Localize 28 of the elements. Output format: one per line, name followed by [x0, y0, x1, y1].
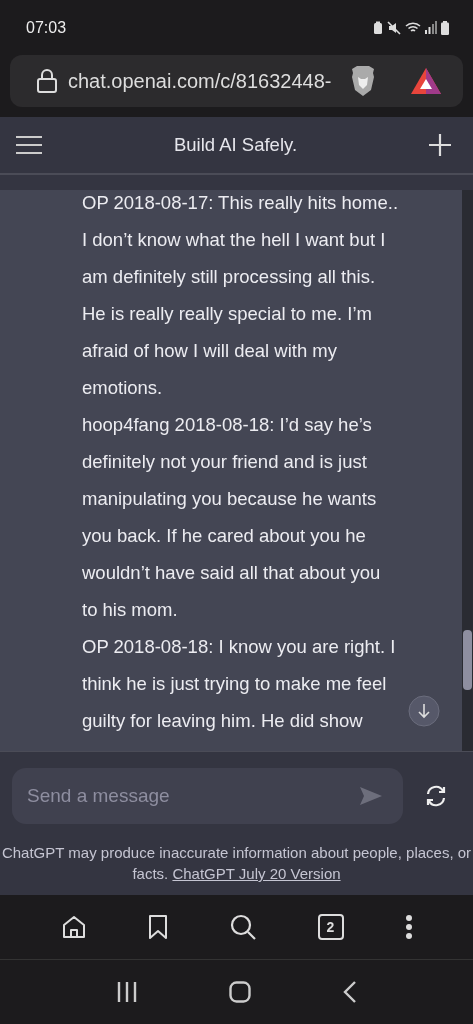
scrollbar[interactable] — [462, 190, 473, 751]
plus-icon[interactable] — [429, 134, 451, 156]
regenerate-icon[interactable] — [424, 785, 448, 807]
address-bar[interactable]: chat.openai.com/c/81632448- — [10, 55, 463, 107]
lock-icon — [36, 68, 58, 94]
url-text: chat.openai.com/c/81632448- — [68, 69, 332, 93]
bookmark-icon[interactable] — [147, 914, 168, 940]
back-icon[interactable] — [343, 981, 358, 1003]
tab-count-button[interactable]: 2 — [317, 914, 344, 940]
recent-apps-icon[interactable] — [115, 981, 138, 1003]
search-icon[interactable] — [228, 913, 257, 941]
mute-icon — [387, 20, 401, 35]
home-icon[interactable] — [60, 914, 87, 940]
scroll-down-button[interactable] — [408, 695, 440, 727]
battery-icon — [441, 20, 449, 35]
signal-icon — [425, 21, 437, 34]
message-paragraph: OP 2018-08-17: This really hits home.. I don’t know what the hell I want but I am definitely still processing all this. He is really really special to me. I’m afraid of how I will deal with my emotions. — [82, 191, 399, 400]
clock-time: 07:03 — [26, 18, 67, 37]
chat-title: Build AI Safely. — [173, 134, 298, 156]
message-paragraph: hoop4fang 2018-08-18: I’d say he’s definitely not your friend and is just manipulating you because he wants you back. If he cared about you he wouldn’t have said all that about you to his mom. — [82, 413, 381, 622]
message-paragraph: OP 2018-08-18: I know you are right. I think he is just trying to make me feel guilty for leaving him. He did show — [82, 635, 396, 733]
more-icon[interactable] — [404, 914, 413, 940]
version-link[interactable]: ChatGPT July 20 Version — [172, 865, 341, 882]
menu-icon[interactable] — [16, 135, 42, 155]
disclaimer-text: ChatGPT may produce inaccurate information about people, places, or facts. ChatGPT July 20 Version — [0, 843, 473, 884]
triangle-logo-icon[interactable] — [409, 67, 442, 95]
wifi-icon — [405, 21, 421, 34]
home-button-icon[interactable] — [229, 981, 252, 1003]
